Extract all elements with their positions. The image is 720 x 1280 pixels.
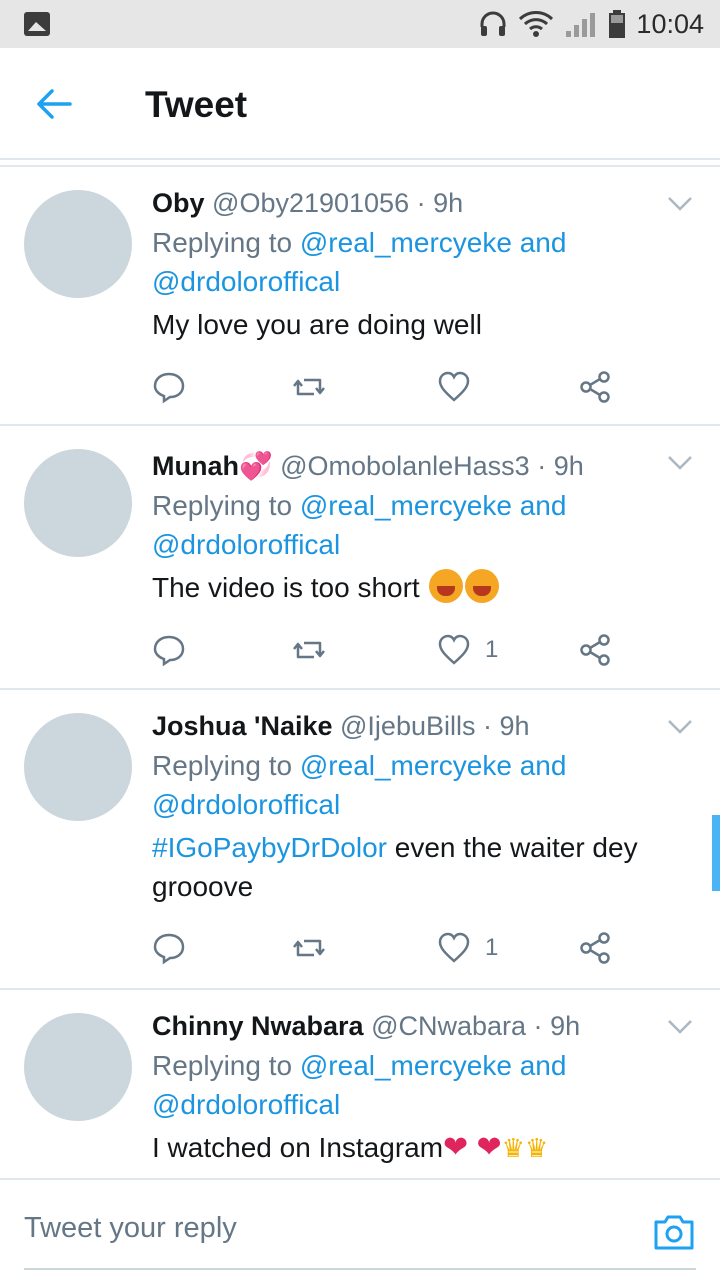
camera-icon[interactable] (652, 1212, 696, 1252)
reply-icon (153, 933, 185, 965)
tweet-actions (152, 367, 632, 407)
share-button[interactable] (578, 630, 612, 670)
name-emoji: 💞 (239, 451, 273, 481)
user-name[interactable]: Joshua 'Naike (152, 711, 333, 741)
heart-emoji: ❤ ❤ (443, 1131, 502, 1164)
like-count: 1 (485, 636, 499, 663)
crying-face-emoji (429, 569, 464, 603)
retweet-button[interactable] (292, 630, 326, 670)
share-button[interactable] (578, 367, 612, 407)
reply-icon (153, 635, 185, 667)
tweet-time: 9h (499, 711, 530, 741)
mention-link[interactable]: @real_mercyeke (300, 750, 512, 781)
like-button[interactable]: 1 (437, 630, 498, 670)
mention-link[interactable]: @real_mercyeke (300, 227, 512, 258)
avatar[interactable] (24, 190, 132, 298)
wifi-icon (519, 11, 554, 37)
reply-button[interactable] (152, 928, 186, 968)
tweet-text: #IGoPaybyDrDolor even the waiter dey gro… (152, 832, 638, 902)
top-app-bar: Tweet (0, 48, 720, 160)
share-icon (580, 634, 610, 666)
user-handle[interactable]: @OmobolanleHass3 (280, 451, 530, 481)
tweet-text: The video is too short (152, 568, 680, 607)
mention-link[interactable]: @drdoloroffical (152, 529, 340, 560)
user-name[interactable]: Munah (152, 451, 239, 481)
page-title: Tweet (145, 84, 248, 125)
replying-to: Replying to @real_mercyeke and @drdoloro… (152, 227, 567, 297)
mention-link[interactable]: @drdoloroffical (152, 789, 340, 820)
mention-link[interactable]: @drdoloroffical (152, 266, 340, 297)
headphones-icon (480, 11, 506, 36)
tweet-item[interactable]: Oby @Oby21901056 · 9h Replying to @real_… (0, 167, 720, 426)
heart-icon (438, 932, 470, 963)
user-handle[interactable]: @CNwabara (371, 1011, 526, 1041)
reply-button[interactable] (152, 367, 186, 407)
user-name[interactable]: Oby (152, 188, 205, 218)
divider (24, 1268, 696, 1270)
retweet-icon (293, 641, 325, 659)
gallery-notification-icon (24, 12, 50, 36)
retweet-button[interactable] (292, 928, 326, 968)
retweet-icon (293, 939, 325, 957)
tweet-header: Munah💞 @OmobolanleHass3 · 9h (152, 451, 584, 481)
mention-link[interactable]: @real_mercyeke (300, 1050, 512, 1081)
like-count: 1 (485, 934, 499, 961)
reply-bar: Tweet your reply (0, 1178, 720, 1280)
like-button[interactable]: 1 (437, 928, 498, 968)
back-arrow-icon[interactable] (34, 84, 74, 124)
reply-button[interactable] (152, 630, 186, 670)
tweet-text: I watched on Instagram❤ ❤♛♛ (152, 1131, 549, 1164)
hashtag-link[interactable]: #IGoPaybyDrDolor (152, 832, 387, 863)
retweet-button[interactable] (292, 367, 326, 407)
replying-to: Replying to @real_mercyeke and @drdoloro… (152, 1050, 567, 1120)
mention-link[interactable]: @drdoloroffical (152, 1089, 340, 1120)
heart-icon (438, 634, 470, 665)
tweet-header: Joshua 'Naike @IjebuBills · 9h (152, 711, 530, 741)
share-icon (580, 371, 610, 403)
user-handle[interactable]: @IjebuBills (340, 711, 475, 741)
battery-icon (609, 10, 626, 38)
divider (0, 158, 720, 160)
avatar[interactable] (24, 713, 132, 821)
tweet-actions: 1 (152, 928, 632, 968)
tweet-item[interactable]: Chinny Nwabara @CNwabara · 9h Replying t… (0, 990, 720, 1178)
tweet-actions: 1 (152, 630, 632, 670)
scrollbar-thumb[interactable] (712, 815, 720, 891)
retweet-icon (293, 378, 325, 396)
replying-to: Replying to @real_mercyeke and @drdoloro… (152, 490, 567, 560)
user-name[interactable]: Chinny Nwabara (152, 1011, 364, 1041)
mention-link[interactable]: @real_mercyeke (300, 490, 512, 521)
tweet-time: 9h (550, 1011, 581, 1041)
signal-icon (566, 13, 596, 37)
tweet-text: My love you are doing well (152, 309, 482, 340)
heart-icon (438, 371, 470, 402)
crown-emoji: ♛♛ (501, 1133, 549, 1163)
status-icons: 10:04 (478, 8, 704, 40)
like-button[interactable] (437, 367, 471, 407)
avatar[interactable] (24, 1013, 132, 1121)
replying-to: Replying to @real_mercyeke and @drdoloro… (152, 750, 567, 820)
reply-icon (153, 372, 185, 404)
status-time: 10:04 (636, 8, 704, 39)
user-handle[interactable]: @Oby21901056 (212, 188, 409, 218)
tweet-time: 9h (433, 188, 464, 218)
status-bar: 10:04 (0, 0, 720, 48)
tweet-header: Chinny Nwabara @CNwabara · 9h (152, 1011, 581, 1041)
tweet-time: 9h (553, 451, 584, 481)
tweet-header: Oby @Oby21901056 · 9h (152, 188, 464, 218)
tweet-item[interactable]: Munah💞 @OmobolanleHass3 · 9h Replying to… (0, 426, 720, 690)
reply-input[interactable]: Tweet your reply (24, 1212, 237, 1245)
crying-face-emoji (465, 569, 500, 603)
avatar[interactable] (24, 449, 132, 557)
share-button[interactable] (578, 928, 612, 968)
tweet-item[interactable]: Joshua 'Naike @IjebuBills · 9h Replying … (0, 690, 720, 990)
share-icon (580, 932, 610, 964)
